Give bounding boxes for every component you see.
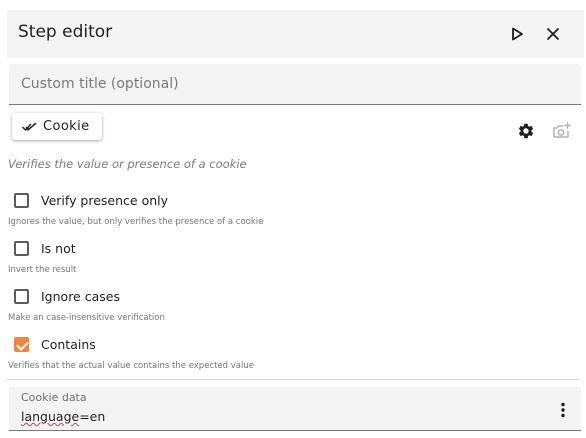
option-ignore-cases[interactable]: Ignore cases xyxy=(14,289,120,304)
option-label: Contains xyxy=(41,337,96,352)
more-vertical-icon xyxy=(561,402,565,418)
option-hint: Make an case-insensitive verification xyxy=(8,313,165,323)
double-check-icon xyxy=(22,122,37,131)
option-label: Ignore cases xyxy=(41,289,120,304)
option-hint: Verifies that the actual value contains … xyxy=(8,361,254,371)
step-description: Verifies the value or presence of a cook… xyxy=(8,157,247,171)
option-hint: Ignores the value, but only verifies the… xyxy=(8,217,264,227)
cookie-data-rest: =en xyxy=(79,409,106,424)
editor-header: Step editor xyxy=(7,10,584,58)
cookie-data-key: language xyxy=(21,409,80,424)
more-options-button[interactable] xyxy=(553,400,573,420)
checkbox[interactable] xyxy=(14,193,29,208)
option-verify-presence-only[interactable]: Verify presence only xyxy=(14,193,168,208)
page-title: Step editor xyxy=(18,22,113,42)
option-contains[interactable]: Contains xyxy=(14,337,96,352)
close-button[interactable] xyxy=(541,22,565,46)
add-camera-icon xyxy=(553,122,571,138)
step-type-label: Cookie xyxy=(43,119,90,134)
option-label: Verify presence only xyxy=(41,193,169,208)
checkbox-checked[interactable] xyxy=(14,337,29,352)
option-is-not[interactable]: Is not xyxy=(14,241,76,256)
option-hint: Invert the result xyxy=(8,265,77,275)
checkbox[interactable] xyxy=(14,289,29,304)
cookie-data-label: Cookie data xyxy=(21,391,87,404)
cookie-data-value[interactable]: language=en xyxy=(21,409,105,424)
play-button[interactable] xyxy=(505,22,529,46)
checkbox[interactable] xyxy=(14,241,29,256)
custom-title-input[interactable] xyxy=(9,64,581,105)
step-type-button[interactable]: Cookie xyxy=(12,113,102,140)
settings-button[interactable] xyxy=(515,120,537,142)
close-icon xyxy=(547,28,559,40)
cookie-data-field[interactable]: Cookie data language=en xyxy=(9,387,581,431)
option-label: Is not xyxy=(41,241,76,256)
divider xyxy=(7,379,580,380)
gear-icon xyxy=(518,123,534,139)
screenshot-button[interactable] xyxy=(551,120,573,142)
play-icon xyxy=(512,27,523,41)
